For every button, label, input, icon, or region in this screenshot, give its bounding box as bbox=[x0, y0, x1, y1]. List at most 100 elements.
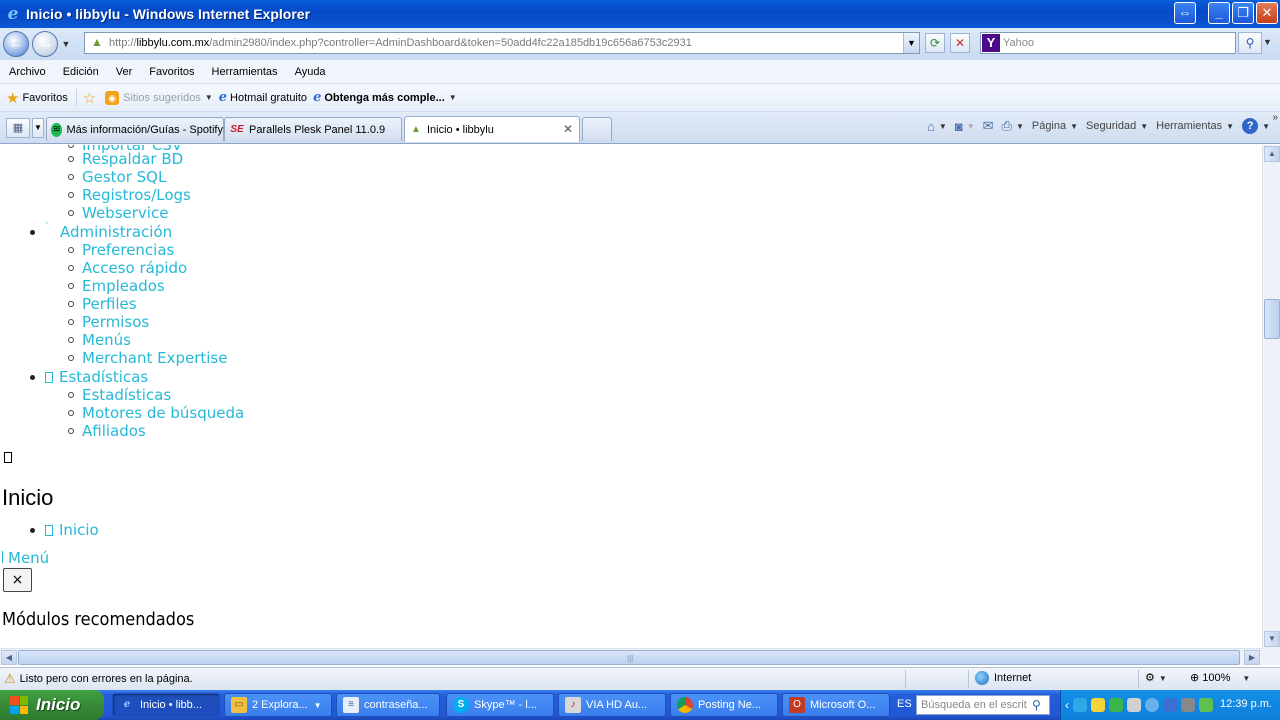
forward-button[interactable]: → bbox=[32, 31, 58, 57]
nav-group-estadisticas[interactable]: Estadísticas bbox=[30, 368, 148, 386]
print-icon[interactable]: ⎙ bbox=[1002, 118, 1012, 134]
taskbar-button-ie[interactable]: e Inicio • libb... bbox=[112, 693, 220, 717]
close-button[interactable]: × bbox=[3, 568, 32, 592]
security-zone[interactable]: Internet bbox=[975, 671, 1031, 685]
status-message[interactable]: Listo pero con errores en la página. bbox=[20, 673, 193, 685]
nav-link[interactable]: Menús bbox=[82, 331, 131, 349]
nav-link[interactable]: Estadísticas bbox=[82, 386, 171, 404]
tab-spotify[interactable]: ≋ Más información/Guías - Spotify bbox=[46, 117, 224, 141]
scroll-left-button[interactable]: ◀ bbox=[1, 650, 17, 665]
address-bar[interactable]: ▲ http://libbylu.com.mx/admin2980/index.… bbox=[84, 32, 920, 54]
taskbar-button-explorer[interactable]: ▭ 2 Explora... ▼ bbox=[224, 693, 332, 717]
stop-button[interactable]: ✕ bbox=[950, 33, 970, 53]
tab-list-dropdown[interactable]: ▼ bbox=[32, 118, 44, 138]
nav-link[interactable]: Administración bbox=[60, 223, 172, 241]
horizontal-scrollbar[interactable]: ◀ ||| ▶ bbox=[0, 648, 1262, 665]
nav-link[interactable]: Merchant Expertise bbox=[82, 349, 227, 367]
search-button[interactable]: ⚲ bbox=[1238, 32, 1262, 54]
nav-link[interactable]: Preferencias bbox=[82, 241, 174, 259]
favorites-button[interactable]: ★ Favoritos bbox=[6, 89, 68, 107]
search-options-dropdown[interactable]: ▼ bbox=[1263, 37, 1272, 47]
taskbar-button-document[interactable]: ≡ contraseña... bbox=[336, 693, 440, 717]
breadcrumb[interactable]: Inicio bbox=[30, 521, 99, 539]
list-item[interactable]: Merchant Expertise bbox=[68, 349, 227, 367]
rss-feed-icon[interactable]: ◙ bbox=[955, 119, 963, 134]
back-button[interactable]: ← bbox=[3, 31, 29, 57]
menu-toggle-link[interactable]: Menú bbox=[2, 549, 49, 567]
taskbar-button-outlook[interactable]: O Microsoft O... bbox=[782, 693, 890, 717]
switch-view-button[interactable]: ⇔ bbox=[1174, 2, 1196, 24]
warning-icon[interactable]: ⚠ bbox=[4, 671, 16, 687]
menu-archivo[interactable]: Archivo bbox=[0, 66, 54, 78]
safety-menu[interactable]: Seguridad ▼ bbox=[1086, 120, 1148, 132]
list-item[interactable]: Webservice bbox=[68, 204, 168, 222]
add-to-favorites-bar-button[interactable]: ☆ bbox=[83, 89, 99, 107]
protected-mode-icon[interactable]: ⚙ ▼ bbox=[1145, 671, 1167, 684]
zoom-control[interactable]: ⊕ 100% ▼ bbox=[1190, 671, 1250, 684]
menu-ver[interactable]: Ver bbox=[107, 66, 141, 78]
show-hidden-icons-icon[interactable]: ‹ bbox=[1065, 698, 1069, 712]
nav-link[interactable]: Permisos bbox=[82, 313, 149, 331]
scroll-right-button[interactable]: ▶ bbox=[1244, 650, 1260, 665]
start-button[interactable]: Inicio bbox=[0, 690, 104, 720]
search-icon[interactable]: ⚲ bbox=[1032, 698, 1041, 712]
desktop-search-input[interactable]: Búsqueda en el escrit bbox=[916, 695, 1050, 715]
nav-link[interactable]: Motores de búsqueda bbox=[82, 404, 244, 422]
list-item[interactable]: Perfiles bbox=[68, 295, 137, 313]
page-menu[interactable]: Página ▼ bbox=[1032, 120, 1078, 132]
scrollbar-thumb[interactable] bbox=[1264, 299, 1280, 339]
tab-plesk[interactable]: SE Parallels Plesk Panel 11.0.9 bbox=[224, 117, 402, 141]
taskbar-button-chrome[interactable]: Posting Ne... bbox=[670, 693, 778, 717]
address-url[interactable]: http://libbylu.com.mx/admin2980/index.ph… bbox=[109, 37, 692, 49]
list-item[interactable]: Afiliados bbox=[68, 422, 146, 440]
obtenga-link[interactable]: e Obtenga más comple... ▼ bbox=[313, 90, 457, 105]
list-item[interactable]: Motores de búsqueda bbox=[68, 404, 244, 422]
menu-herramientas[interactable]: Herramientas bbox=[203, 66, 286, 78]
tab-inicio-libbylu[interactable]: ▲ Inicio • libbylu ✕ bbox=[404, 116, 580, 142]
nav-link[interactable]: Registros/Logs bbox=[82, 186, 191, 204]
close-tab-icon[interactable]: ✕ bbox=[563, 122, 573, 136]
menu-ayuda[interactable]: Ayuda bbox=[286, 66, 334, 78]
scroll-down-button[interactable]: ▼ bbox=[1264, 631, 1280, 647]
quick-tabs-icon[interactable]: ▦ bbox=[6, 118, 30, 138]
refresh-button[interactable]: ⟳ bbox=[925, 33, 945, 53]
security-icon[interactable] bbox=[1109, 698, 1123, 712]
list-item[interactable]: Permisos bbox=[68, 313, 149, 331]
chevron-down-icon[interactable]: ▼ bbox=[1016, 122, 1024, 131]
nav-link[interactable]: Perfiles bbox=[82, 295, 137, 313]
list-item[interactable]: Gestor SQL bbox=[68, 168, 166, 186]
update-icon[interactable] bbox=[1181, 698, 1195, 712]
clock[interactable]: 12:39 p.m. bbox=[1220, 698, 1272, 710]
search-tray-icon[interactable] bbox=[1163, 698, 1177, 712]
nav-link[interactable]: Acceso rápido bbox=[82, 259, 187, 277]
list-item[interactable]: Menús bbox=[68, 331, 131, 349]
menu-edicion[interactable]: Edición bbox=[54, 66, 107, 78]
list-item[interactable]: Registros/Logs bbox=[68, 186, 191, 204]
network-icon[interactable] bbox=[1073, 698, 1087, 712]
chrome-tray-icon[interactable] bbox=[1145, 698, 1159, 712]
list-item[interactable]: Estadísticas bbox=[68, 386, 171, 404]
breadcrumb-link[interactable]: Inicio bbox=[59, 521, 99, 539]
suggested-sites-link[interactable]: ◉ Sitios sugeridos ▼ bbox=[105, 90, 213, 105]
tools-menu[interactable]: Herramientas ▼ bbox=[1156, 120, 1234, 132]
taskbar-button-skype[interactable]: S Skype™ - l... bbox=[446, 693, 554, 717]
restore-button[interactable]: ❐ bbox=[1232, 2, 1254, 24]
battery-icon[interactable] bbox=[1199, 698, 1213, 712]
list-item[interactable]: Preferencias bbox=[68, 241, 174, 259]
list-item[interactable]: Empleados bbox=[68, 277, 165, 295]
list-item[interactable]: Respaldar BD bbox=[68, 150, 183, 168]
nav-link[interactable]: Webservice bbox=[82, 204, 168, 222]
close-window-button[interactable]: ✕ bbox=[1256, 2, 1278, 24]
home-icon[interactable]: ⌂ bbox=[927, 119, 935, 134]
chevron-down-icon[interactable]: ▼ bbox=[939, 122, 947, 131]
nav-link[interactable]: Gestor SQL bbox=[82, 168, 166, 186]
vertical-scrollbar[interactable]: ▲ ▼ bbox=[1262, 145, 1280, 648]
address-dropdown[interactable]: ▼ bbox=[903, 33, 919, 53]
recent-pages-dropdown[interactable]: ▼ bbox=[60, 39, 72, 49]
list-item[interactable]: Acceso rápido bbox=[68, 259, 187, 277]
scrollbar-thumb[interactable]: ||| bbox=[18, 650, 1240, 665]
chevron-down-icon[interactable]: ▼ bbox=[1262, 122, 1270, 131]
notification-icon[interactable] bbox=[1091, 698, 1105, 712]
scroll-up-button[interactable]: ▲ bbox=[1264, 146, 1280, 162]
nav-link[interactable]: Afiliados bbox=[82, 422, 146, 440]
